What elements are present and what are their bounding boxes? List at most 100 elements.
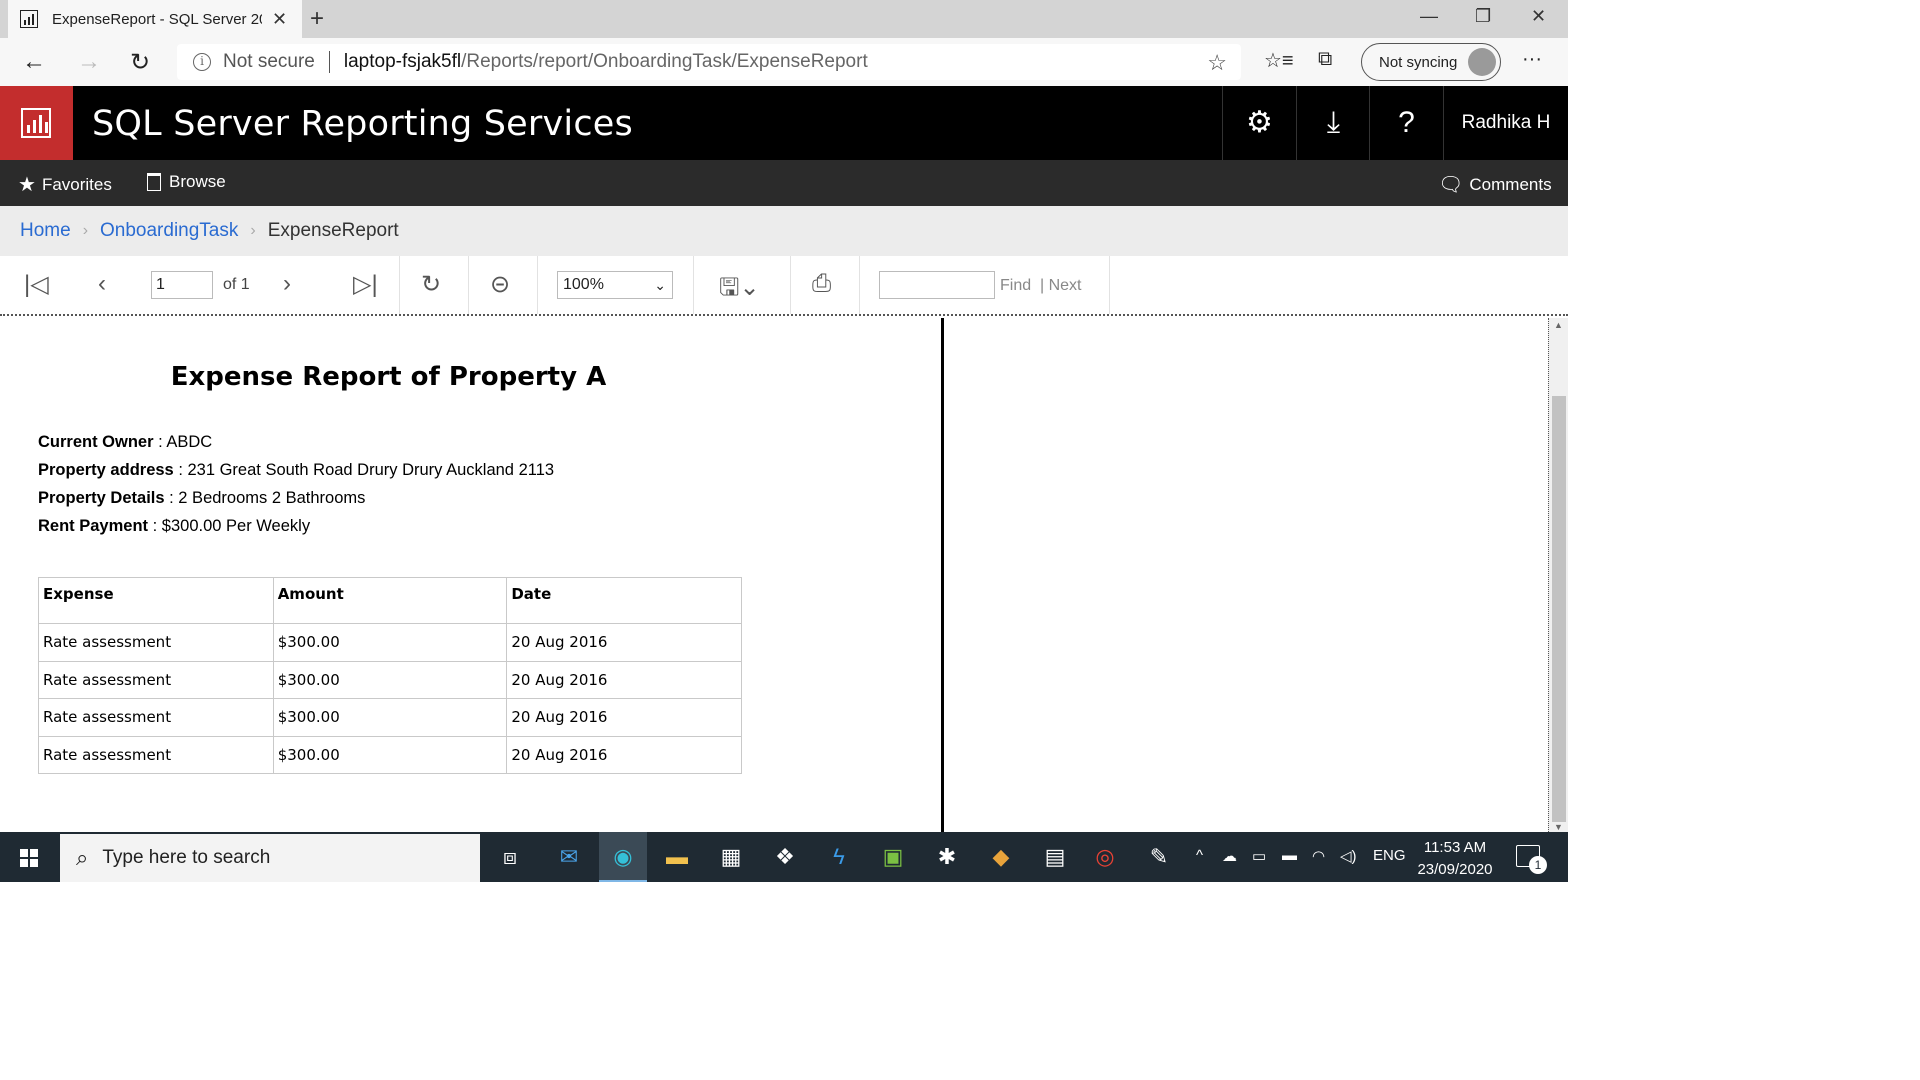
- owner-line: Current Owner : ABDC: [38, 433, 212, 452]
- close-window-button[interactable]: ✕: [1531, 6, 1546, 27]
- visual-studio-icon[interactable]: ϟ: [815, 832, 863, 882]
- app-header: SQL Server Reporting Services ⚙ ⤓ ? Radh…: [0, 86, 1568, 160]
- edge-browser-icon[interactable]: ◉: [599, 832, 647, 882]
- print-icon[interactable]: ⎙: [812, 270, 831, 298]
- page-number-input[interactable]: 1: [151, 271, 213, 299]
- scroll-thumb[interactable]: [1552, 396, 1566, 822]
- battery-icon[interactable]: ▬: [1282, 847, 1297, 864]
- chevron-up-icon[interactable]: ^: [1196, 847, 1203, 864]
- dropbox-icon[interactable]: ❖: [761, 832, 809, 882]
- breadcrumb-current: ExpenseReport: [267, 220, 399, 241]
- info-icon[interactable]: i: [193, 53, 211, 71]
- language-indicator[interactable]: ENG: [1373, 847, 1406, 864]
- toolbar-divider: [399, 256, 400, 314]
- find-input[interactable]: [879, 271, 995, 299]
- git-tool-icon[interactable]: ◆: [977, 832, 1025, 882]
- refresh-icon[interactable]: ↻: [421, 270, 441, 299]
- minimize-button[interactable]: —: [1420, 6, 1438, 27]
- toolbar-divider: [468, 256, 469, 314]
- new-tab-button[interactable]: +: [310, 5, 324, 33]
- expense-cell: Rate assessment: [38, 660, 274, 699]
- scroll-up-icon[interactable]: ▲: [1554, 320, 1563, 330]
- clock[interactable]: 11:53 AM 23/09/2020: [1410, 837, 1500, 881]
- network-icon[interactable]: ▭: [1252, 847, 1266, 865]
- taskbar-search[interactable]: ⌕ Type here to search: [60, 834, 480, 882]
- browse-icon: [147, 173, 161, 191]
- not-secure-label: Not secure: [223, 51, 315, 72]
- app-title: SQL Server Reporting Services: [92, 104, 633, 144]
- address-value: : 231 Great South Road Drury Drury Auckl…: [173, 461, 555, 479]
- back-to-parent-icon[interactable]: ⊝: [490, 270, 510, 299]
- zoom-select[interactable]: 100% ⌄: [557, 271, 673, 299]
- first-page-icon[interactable]: |◁: [24, 270, 49, 299]
- details-value: : 2 Bedrooms 2 Bathrooms: [164, 489, 366, 507]
- store-icon[interactable]: ▦: [707, 832, 755, 882]
- browse-link[interactable]: Browse: [147, 172, 226, 192]
- date-cell: 20 Aug 2016: [506, 698, 742, 737]
- column-header: Date: [506, 577, 742, 624]
- scroll-down-icon[interactable]: ▼: [1554, 822, 1563, 832]
- breadcrumb-folder[interactable]: OnboardingTask: [100, 220, 238, 242]
- date-cell: 20 Aug 2016: [506, 660, 742, 699]
- favorites-link[interactable]: ★ Favorites: [18, 172, 112, 197]
- find-button[interactable]: Find: [1000, 277, 1031, 295]
- vertical-scrollbar[interactable]: ▲ ▼: [1548, 318, 1568, 834]
- notification-badge: 1: [1529, 856, 1547, 874]
- comments-label: Comments: [1469, 174, 1552, 194]
- chevron-down-icon: ⌄: [654, 277, 666, 293]
- report-builder-icon[interactable]: ▤: [1031, 832, 1079, 882]
- report-viewer: Expense Report of Property A Current Own…: [0, 314, 1568, 834]
- amount-cell: $300.00: [272, 735, 508, 774]
- file-explorer-icon[interactable]: ▬: [653, 832, 701, 882]
- help-icon[interactable]: ?: [1369, 86, 1443, 160]
- column-header: Amount: [272, 577, 508, 624]
- last-page-icon[interactable]: ▷|: [353, 270, 378, 299]
- browser-tab[interactable]: ExpenseReport - SQL Server 2016 ✕: [8, 0, 302, 38]
- save-export-icon[interactable]: 🖫⌄: [719, 270, 760, 311]
- download-icon[interactable]: ⤓: [1296, 86, 1370, 160]
- paint-icon[interactable]: ✎: [1135, 832, 1183, 882]
- comments-button[interactable]: 🗨 Comments: [1438, 172, 1552, 197]
- favorite-star-icon[interactable]: ☆: [1207, 50, 1227, 76]
- sub-navigation: ★ Favorites Browse 🗨 Comments: [0, 160, 1568, 206]
- next-page-icon[interactable]: ›: [283, 270, 291, 298]
- collections-icon[interactable]: ⧉: [1318, 48, 1332, 71]
- slack-icon[interactable]: ✱: [923, 832, 971, 882]
- toolbar-divider: [1109, 256, 1110, 314]
- page-count: of 1: [223, 276, 250, 293]
- settings-gear-icon[interactable]: ⚙: [1222, 86, 1296, 160]
- restore-button[interactable]: ❐: [1475, 6, 1491, 27]
- notification-center-icon[interactable]: 1: [1516, 845, 1547, 874]
- tab-close-icon[interactable]: ✕: [272, 9, 287, 30]
- forward-arrow-icon[interactable]: →: [77, 48, 101, 76]
- more-options-icon[interactable]: ···: [1522, 48, 1542, 71]
- reload-icon[interactable]: ↻: [130, 48, 150, 77]
- url-bar[interactable]: i Not secure laptop-fsjak5fl/Reports/rep…: [177, 44, 1241, 80]
- volume-icon[interactable]: ◁): [1340, 847, 1357, 865]
- onedrive-icon[interactable]: ☁: [1222, 847, 1237, 865]
- breadcrumb: Home › OnboardingTask › ExpenseReport: [0, 206, 1568, 256]
- breadcrumb-home[interactable]: Home: [20, 220, 71, 242]
- user-menu[interactable]: Radhika H: [1443, 86, 1568, 160]
- profile-sync-button[interactable]: Not syncing: [1361, 43, 1501, 81]
- browser-tab-strip: ExpenseReport - SQL Server 2016 ✕ + — ❐ …: [0, 0, 1568, 38]
- url-path: /Reports/report/OnboardingTask/ExpenseRe…: [461, 51, 868, 72]
- comment-icon: 🗨: [1438, 174, 1464, 196]
- column-header: Expense: [38, 577, 274, 624]
- chrome-icon[interactable]: ◎: [1081, 832, 1129, 882]
- wifi-icon[interactable]: ◠: [1312, 847, 1325, 865]
- previous-page-icon[interactable]: ‹: [98, 270, 106, 298]
- mail-icon[interactable]: ✉: [545, 832, 593, 882]
- table-row: Rate assessment $300.00 20 Aug 2016: [38, 623, 742, 662]
- sql-tool-icon[interactable]: ▣: [869, 832, 917, 882]
- amount-cell: $300.00: [272, 660, 508, 699]
- chevron-right-icon: ›: [82, 222, 89, 239]
- favorites-list-icon[interactable]: ☆≡: [1264, 48, 1294, 73]
- task-view-icon[interactable]: ⧈: [486, 832, 534, 882]
- expense-cell: Rate assessment: [38, 623, 274, 662]
- back-arrow-icon[interactable]: ←: [22, 48, 46, 76]
- find-next-button[interactable]: | Next: [1040, 277, 1082, 295]
- start-button[interactable]: [0, 832, 58, 882]
- favorites-label: Favorites: [41, 174, 112, 194]
- ssrs-logo-icon[interactable]: [0, 86, 73, 160]
